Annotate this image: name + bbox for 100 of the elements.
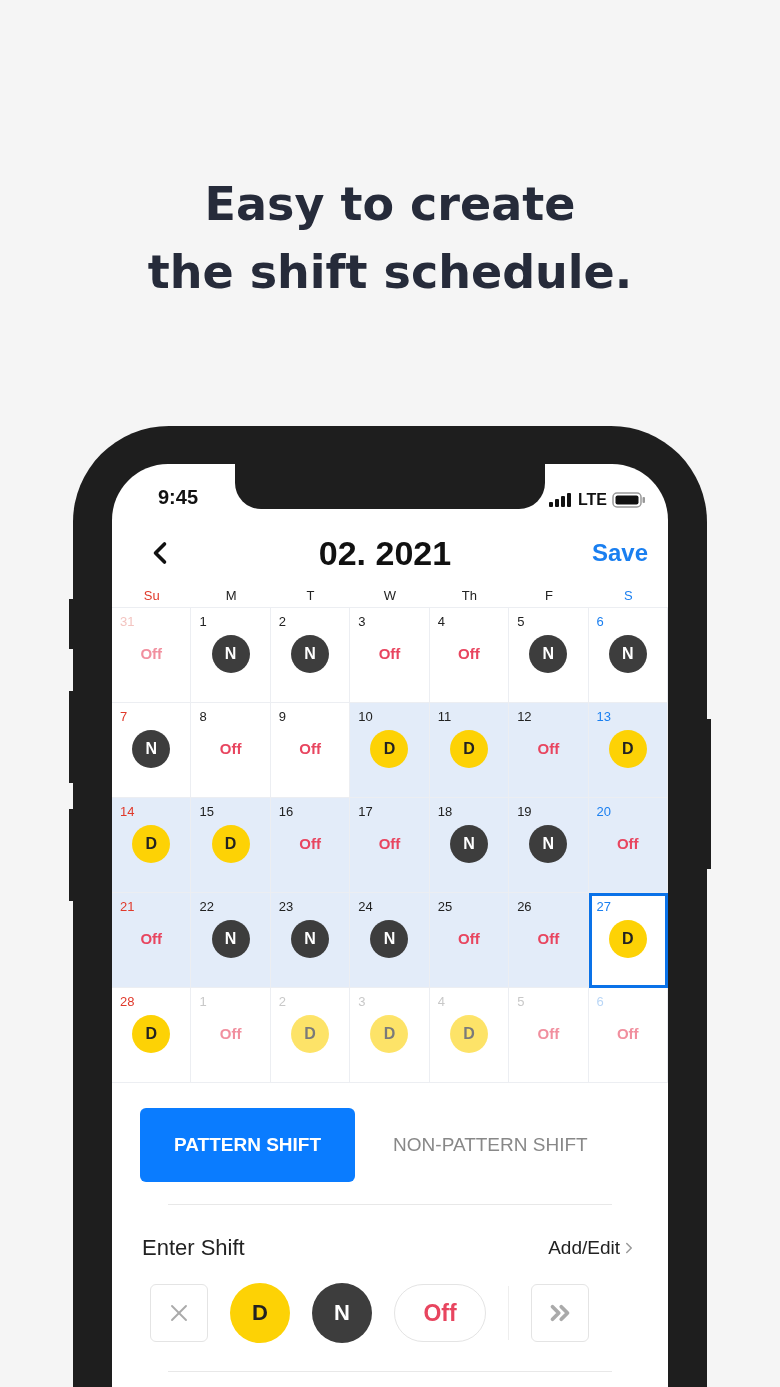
section-title: Enter Shift	[142, 1235, 245, 1261]
day-number: 9	[278, 709, 287, 724]
calendar-day[interactable]: 13 D	[588, 703, 668, 798]
off-label: Off	[299, 835, 321, 852]
network-label: LTE	[577, 491, 607, 509]
calendar-day[interactable]: 19 N	[509, 798, 589, 893]
day-number: 12	[517, 709, 532, 724]
battery-icon	[612, 492, 646, 508]
off-label: Off	[458, 930, 480, 947]
calendar-day[interactable]: 9 Off	[270, 703, 351, 798]
shift-badge: N	[291, 920, 330, 958]
calendar-day[interactable]: 14 D	[112, 798, 192, 893]
calendar-day[interactable]: 12 Off	[509, 703, 589, 798]
calendar-day[interactable]: 5 N	[509, 608, 589, 703]
calendar-day[interactable]: 16 Off	[270, 798, 351, 893]
shift-button[interactable]: N	[312, 1283, 372, 1343]
weekday-label: Su	[143, 588, 160, 603]
off-label: Off	[616, 835, 639, 852]
calendar-day[interactable]: 25 Off	[429, 893, 510, 988]
day-number: 1	[199, 614, 207, 629]
day-number: 21	[120, 899, 135, 914]
calendar-day[interactable]: 10 D	[350, 703, 430, 798]
day-number: 6	[596, 614, 604, 629]
day-number: 2	[278, 614, 287, 629]
day-number: 15	[199, 804, 214, 819]
save-button[interactable]: Save	[591, 539, 648, 567]
status-time: 9:45	[158, 486, 199, 509]
day-number: 10	[358, 709, 373, 724]
shift-badge: N	[449, 825, 488, 863]
shift-badge: D	[132, 1015, 171, 1053]
day-number: 25	[437, 899, 453, 914]
weekday-label: F	[544, 588, 553, 603]
calendar-day[interactable]: 17 Off	[350, 798, 430, 893]
shift-badge: N	[211, 920, 250, 958]
calendar-day[interactable]: 21 Off	[112, 893, 192, 988]
calendar-day[interactable]: 4 Off	[429, 608, 510, 703]
day-number: 13	[596, 709, 612, 724]
day-number: 20	[596, 804, 612, 819]
calendar-day[interactable]: 6 N	[588, 608, 668, 703]
calendar-day[interactable]: 26 Off	[509, 893, 589, 988]
headline: the shift schedule.	[147, 244, 633, 301]
calendar-day[interactable]: 15 D	[191, 798, 271, 893]
calendar-day[interactable]: 3 Off	[350, 608, 430, 703]
day-number: 18	[437, 804, 453, 819]
calendar-day[interactable]: 1 N	[191, 608, 271, 703]
day-number: 16	[278, 804, 294, 819]
shift-badge: N	[529, 635, 568, 673]
calendar-day[interactable]: 22 N	[191, 893, 271, 988]
shift-button[interactable]: D	[230, 1283, 290, 1343]
day-number: 3	[358, 614, 366, 629]
shift-badge: N	[291, 635, 330, 673]
calendar-day[interactable]: 18 N	[429, 798, 510, 893]
day-number: 28	[120, 994, 135, 1009]
clear-button[interactable]	[150, 1284, 208, 1342]
weekday-label: T	[306, 588, 315, 603]
shift-badge: N	[529, 825, 568, 863]
add-edit-link[interactable]: Add/Edit	[548, 1237, 638, 1259]
shift-badge: D	[608, 920, 647, 958]
off-label: Off	[616, 1025, 639, 1042]
off-label: Off	[299, 740, 321, 757]
calendar-day[interactable]: 7 N	[112, 703, 192, 798]
shift-badge: D	[291, 1015, 330, 1053]
shift-badge: N	[370, 920, 409, 958]
calendar-day[interactable]: 28 D	[112, 988, 192, 1083]
off-button[interactable]: Off	[394, 1284, 486, 1342]
month-title: 02. 2021	[318, 533, 452, 573]
weekday-label: Th	[461, 588, 477, 603]
shift-badge: N	[608, 635, 647, 673]
shift-badge: D	[211, 825, 250, 863]
day-number: 8	[199, 709, 207, 724]
calendar-day[interactable]: 27 D	[588, 893, 668, 988]
mode-tab[interactable]: PATTERN SHIFT	[140, 1108, 356, 1182]
off-label: Off	[378, 645, 401, 662]
day-number: 24	[358, 899, 373, 914]
headline: Easy to create	[204, 176, 576, 233]
shift-badge: D	[132, 825, 171, 863]
off-label: Off	[537, 930, 560, 947]
day-number: 11	[437, 709, 452, 724]
calendar-day[interactable]: 11 D	[429, 703, 510, 798]
off-label: Off	[458, 645, 480, 662]
off-label: Off	[378, 835, 401, 852]
calendar-day[interactable]: 8 Off	[191, 703, 271, 798]
calendar-day[interactable]: 24 N	[350, 893, 430, 988]
day-number: 5	[517, 614, 525, 629]
shift-badge: N	[211, 635, 250, 673]
more-button[interactable]	[531, 1284, 589, 1342]
day-number: 23	[278, 899, 294, 914]
weekday-label: W	[383, 588, 397, 603]
off-label: Off	[537, 1025, 560, 1042]
mode-tab[interactable]: NON-PATTERN SHIFT	[393, 1108, 588, 1182]
weekday-label: S	[623, 588, 633, 603]
calendar-day[interactable]: 2 N	[270, 608, 351, 703]
day-number: 7	[120, 709, 128, 724]
off-label: Off	[219, 740, 242, 757]
day-number: 6	[596, 994, 604, 1009]
weekday-label: M	[225, 588, 237, 603]
day-number: 27	[596, 899, 612, 914]
day-number: 31	[120, 614, 135, 629]
shift-badge: D	[370, 730, 409, 768]
calendar-day[interactable]: 23 N	[270, 893, 351, 988]
